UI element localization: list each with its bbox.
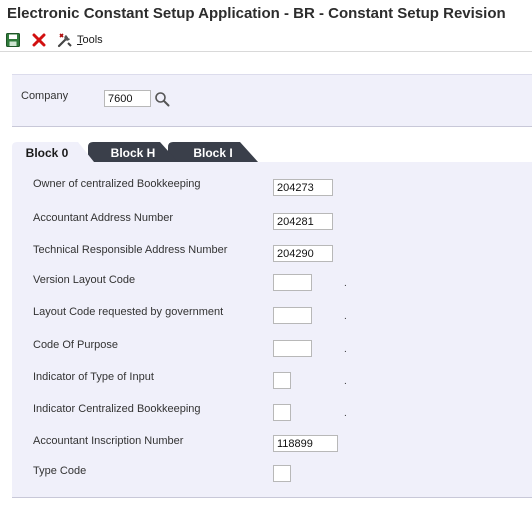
field-row-type-of-input: Indicator of Type of Input . xyxy=(12,371,532,391)
centralized-indicator-input[interactable] xyxy=(273,404,291,421)
tools-label: Tools xyxy=(77,34,103,46)
tools-icon xyxy=(57,33,72,48)
accountant-address-label: Accountant Address Number xyxy=(33,212,174,224)
version-layout-label: Version Layout Code xyxy=(33,274,136,286)
code-of-purpose-label: Code Of Purpose xyxy=(33,339,118,351)
field-row-accountant: Accountant Address Number xyxy=(12,212,532,232)
tools-menu-button[interactable]: Tools xyxy=(57,31,117,49)
save-button[interactable] xyxy=(6,31,22,49)
company-search-button[interactable] xyxy=(154,91,170,107)
field-row-type-code: Type Code xyxy=(12,465,532,485)
owner-centralized-label: Owner of centralized Bookkeeping xyxy=(33,178,201,190)
accountant-address-input[interactable] xyxy=(273,213,333,230)
tab-block-0[interactable]: Block 0 xyxy=(12,142,94,162)
field-row-owner: Owner of centralized Bookkeeping xyxy=(12,178,532,198)
centralized-indicator-label: Indicator Centralized Bookkeeping xyxy=(33,403,201,415)
type-code-input[interactable] xyxy=(273,465,291,482)
block-0-form: Owner of centralized Bookkeeping Account… xyxy=(12,162,532,498)
company-input[interactable] xyxy=(104,90,151,107)
code-of-purpose-input[interactable] xyxy=(273,340,312,357)
type-of-input-input[interactable] xyxy=(273,372,291,389)
technical-responsible-label: Technical Responsible Address Number xyxy=(33,244,228,256)
field-row-centralized-indicator: Indicator Centralized Bookkeeping . xyxy=(12,403,532,423)
owner-centralized-input[interactable] xyxy=(273,179,333,196)
technical-responsible-input[interactable] xyxy=(273,245,333,262)
layout-government-input[interactable] xyxy=(273,307,312,324)
field-row-inscription: Accountant Inscription Number xyxy=(12,435,532,455)
type-of-input-suffix: . xyxy=(344,376,347,387)
field-row-version-layout: Version Layout Code . xyxy=(12,274,532,294)
tab-block-h[interactable]: Block H xyxy=(88,142,178,162)
tab-block-i[interactable]: Block I xyxy=(168,142,258,162)
company-label: Company xyxy=(21,90,69,102)
cancel-button[interactable] xyxy=(32,31,48,49)
save-icon xyxy=(6,33,20,47)
layout-government-suffix: . xyxy=(344,311,347,322)
cancel-icon xyxy=(32,33,46,47)
company-header-panel: Company xyxy=(12,74,532,127)
layout-government-label: Layout Code requested by government xyxy=(33,306,224,318)
code-of-purpose-suffix: . xyxy=(344,344,347,355)
inscription-number-label: Accountant Inscription Number xyxy=(33,435,184,447)
type-of-input-label: Indicator of Type of Input xyxy=(33,371,154,383)
version-layout-input[interactable] xyxy=(273,274,312,291)
search-icon xyxy=(155,92,170,107)
field-row-code-of-purpose: Code Of Purpose . xyxy=(12,339,532,359)
title-bar: Electronic Constant Setup Application - … xyxy=(0,0,532,28)
inscription-number-input[interactable] xyxy=(273,435,338,452)
tab-strip: Block I Block H Block 0 xyxy=(12,142,532,162)
field-row-technical: Technical Responsible Address Number xyxy=(12,244,532,264)
window-title: Electronic Constant Setup Application - … xyxy=(7,5,506,22)
centralized-indicator-suffix: . xyxy=(344,408,347,419)
toolbar: Tools xyxy=(0,28,532,52)
type-code-label: Type Code xyxy=(33,465,87,477)
version-layout-suffix: . xyxy=(344,278,347,289)
field-row-layout-government: Layout Code requested by government . xyxy=(12,306,532,326)
